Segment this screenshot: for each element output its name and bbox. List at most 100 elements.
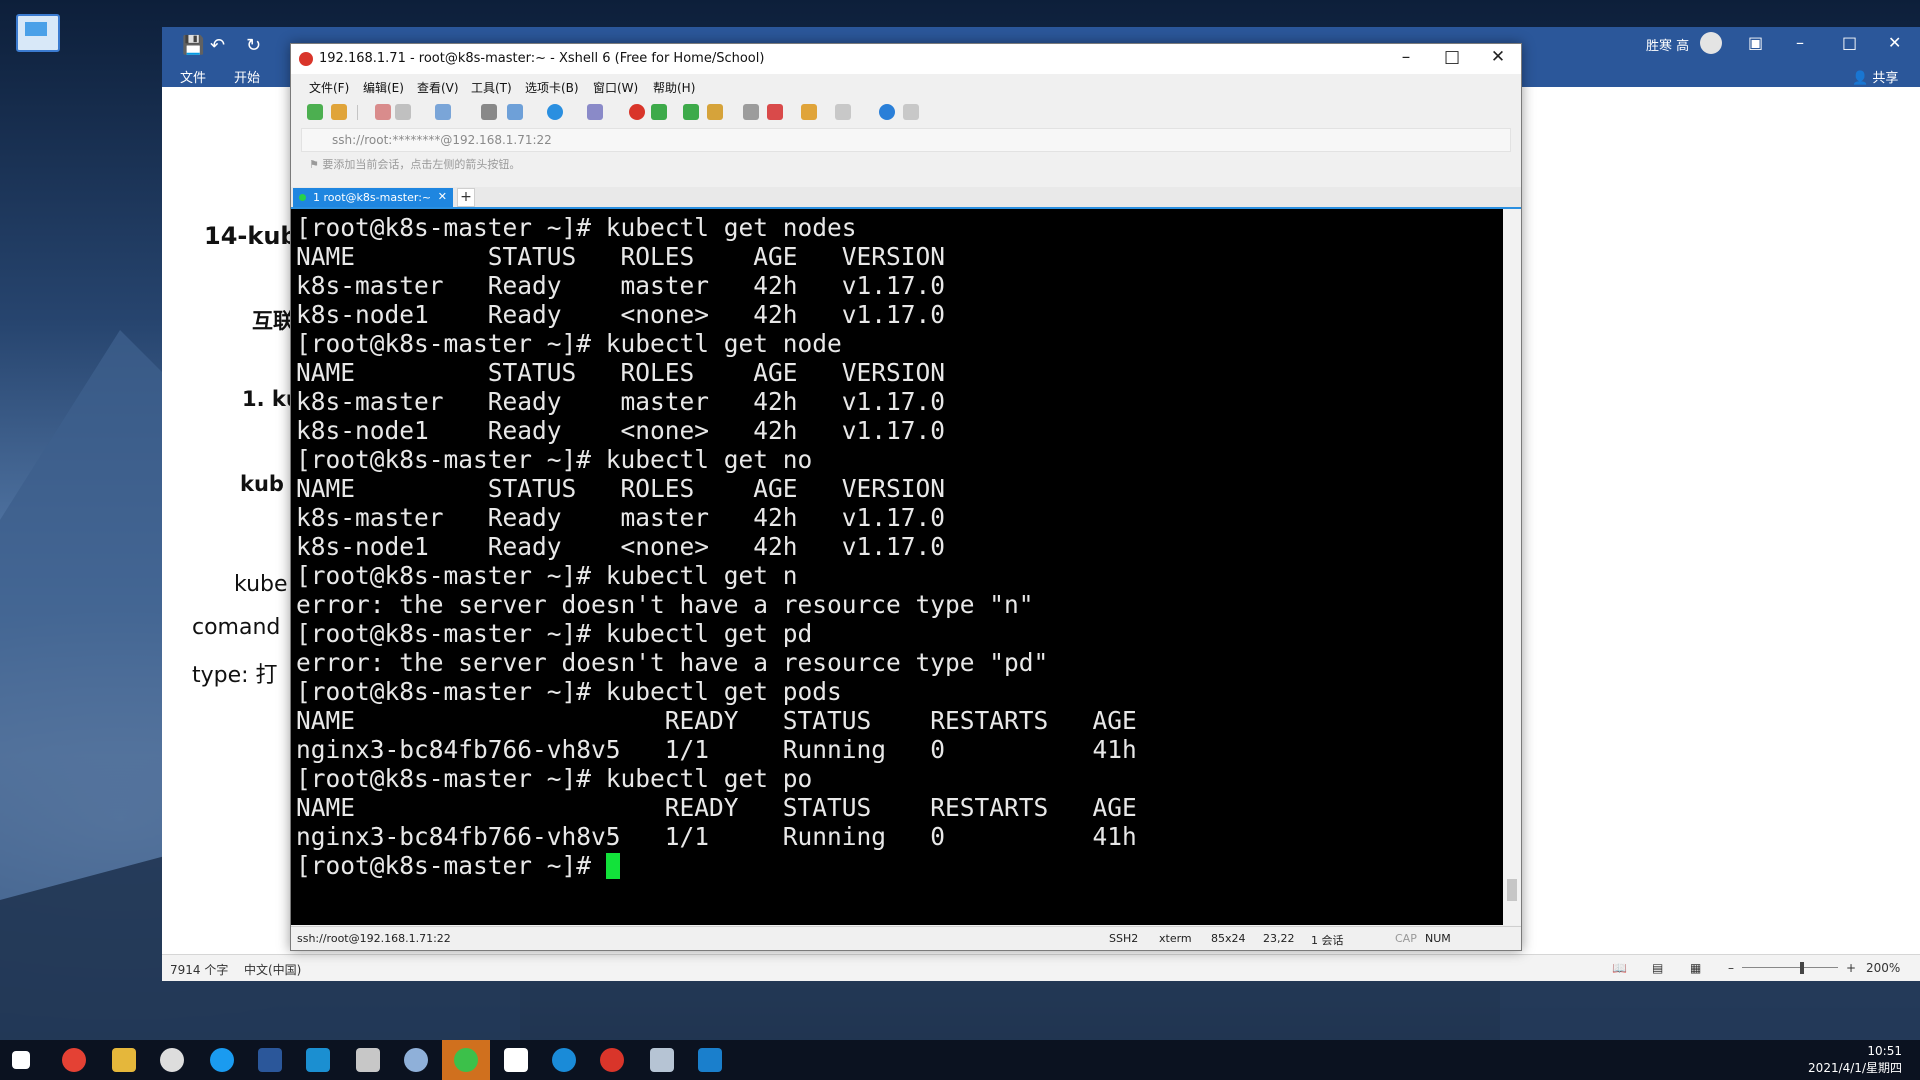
menu-view[interactable]: 查看(V) [417, 79, 459, 96]
ribbon-display-icon[interactable]: ▣ [1748, 33, 1763, 52]
language[interactable]: 中文(中国) [244, 961, 301, 978]
copy-icon[interactable] [435, 104, 451, 120]
desktop-shortcut-icon[interactable] [16, 14, 60, 52]
app-icon[interactable] [306, 1048, 330, 1072]
menu-tools[interactable]: 工具(T) [471, 79, 512, 96]
terminal-line: nginx3-bc84fb766-vh8v5 1/1 Running 0 41h [296, 735, 1137, 764]
menu-file[interactable]: 文件(F) [309, 79, 349, 96]
menu-start[interactable]: 开始 [234, 67, 260, 86]
edge-icon[interactable] [552, 1048, 576, 1072]
terminal-line: [root@k8s-master ~]# kubectl get pd [296, 619, 813, 648]
close-icon[interactable]: ✕ [1888, 33, 1901, 52]
doc-line: comand [192, 615, 281, 640]
terminal-line: k8s-master Ready master 42h v1.17.0 [296, 503, 946, 532]
fullscreen-icon[interactable] [683, 104, 699, 120]
web-layout-icon[interactable]: ▦ [1690, 961, 1701, 975]
zoom-level[interactable]: 200% [1866, 961, 1900, 975]
print-layout-icon[interactable]: ▤ [1652, 961, 1663, 975]
reconnect-icon[interactable] [375, 104, 391, 120]
status-cap: CAP [1395, 932, 1417, 945]
script-icon[interactable] [767, 104, 783, 120]
system-clock[interactable]: 10:51 2021/4/1/星期四 [1808, 1043, 1902, 1077]
share-button[interactable]: 👤 共享 [1852, 67, 1898, 86]
address-bar[interactable]: ssh://root:********@192.168.1.71:22 [301, 128, 1511, 152]
read-mode-icon[interactable]: 📖 [1612, 961, 1627, 975]
folder-icon[interactable] [801, 104, 817, 120]
doc-line: kube [234, 572, 288, 597]
scrollbar-thumb[interactable] [1507, 879, 1517, 901]
minimize-icon[interactable]: – [1796, 33, 1804, 52]
session-hint-text: 要添加当前会话，点击左侧的箭头按钮。 [322, 158, 521, 171]
typora-icon[interactable] [504, 1048, 528, 1072]
video-app-icon[interactable] [698, 1048, 722, 1072]
terminal-line: k8s-master Ready master 42h v1.17.0 [296, 271, 946, 300]
zoom-slider[interactable] [1742, 967, 1838, 968]
new-tab-button[interactable]: + [457, 188, 475, 207]
maximize-icon[interactable]: □ [1432, 47, 1472, 67]
user-name[interactable]: 胜寒 高 [1646, 35, 1689, 54]
save-icon[interactable]: 💾 [182, 35, 204, 56]
close-icon[interactable]: ✕ [1478, 47, 1518, 67]
terminal[interactable]: [root@k8s-master ~]# kubectl get nodes NA… [291, 209, 1503, 925]
app-icon[interactable] [356, 1048, 380, 1072]
maximize-icon[interactable]: □ [1842, 33, 1857, 52]
doc-line: type: 打 [192, 663, 278, 688]
start-windows-icon[interactable] [12, 1051, 30, 1069]
status-term: xterm [1159, 932, 1192, 945]
toolbar-separator [357, 105, 358, 120]
lock-icon[interactable] [707, 104, 723, 120]
chrome-icon[interactable] [62, 1048, 86, 1072]
terminal-scrollbar[interactable] [1503, 209, 1521, 925]
terminal-line: [root@k8s-master ~]# kubectl get nodes [296, 213, 857, 242]
zoom-slider-thumb[interactable] [1800, 962, 1804, 974]
xshell-app-icon[interactable] [629, 104, 645, 120]
menu-window[interactable]: 窗口(W) [593, 79, 638, 96]
find-icon[interactable] [481, 104, 497, 120]
zoom-in-icon[interactable]: + [1846, 961, 1856, 975]
disconnect-icon[interactable] [395, 104, 411, 120]
menu-edit[interactable]: 编辑(E) [363, 79, 404, 96]
xftp-icon[interactable] [651, 104, 667, 120]
layout-icon[interactable] [835, 104, 851, 120]
menu-tabs[interactable]: 选项卡(B) [525, 79, 579, 96]
zoom-out-icon[interactable]: – [1728, 961, 1734, 975]
taskbar: 10:51 2021/4/1/星期四 [0, 1040, 1920, 1080]
wechat-icon[interactable] [454, 1048, 478, 1072]
terminal-line: [root@k8s-master ~]# kubectl get pods [296, 677, 842, 706]
menu-file[interactable]: 文件 [180, 67, 206, 86]
transfer-icon[interactable] [507, 104, 523, 120]
redo-icon[interactable]: ↻ [246, 35, 261, 56]
file-explorer-icon[interactable] [112, 1048, 136, 1072]
new-session-icon[interactable] [307, 104, 323, 120]
undo-icon[interactable]: ↶ [210, 35, 225, 56]
app-icon[interactable] [650, 1048, 674, 1072]
menu-help[interactable]: 帮助(H) [653, 79, 695, 96]
tab-bar: 1 root@k8s-master:~ ✕ + [291, 187, 1521, 209]
qq-browser-icon[interactable] [210, 1048, 234, 1072]
tab-close-icon[interactable]: ✕ [438, 190, 447, 203]
word-count[interactable]: 7914 个字 [170, 961, 228, 978]
help-icon[interactable] [879, 104, 895, 120]
message-icon[interactable] [903, 104, 919, 120]
globe-icon[interactable] [547, 104, 563, 120]
terminal-line: NAME READY STATUS RESTARTS AGE [296, 706, 1137, 735]
font-icon[interactable] [587, 104, 603, 120]
session-hint: ⚑ 要添加当前会话，点击左侧的箭头按钮。 [309, 158, 521, 171]
avatar[interactable] [1700, 32, 1722, 54]
settings-gear-icon[interactable] [160, 1048, 184, 1072]
doc-heading: 14-kub [204, 222, 298, 250]
terminal-prompt: [root@k8s-master ~]# [296, 851, 606, 880]
bird-app-icon[interactable] [404, 1048, 428, 1072]
clock-date: 2021/4/1/星期四 [1808, 1061, 1902, 1075]
doc-line: kub [240, 472, 284, 496]
tab-session[interactable]: 1 root@k8s-master:~ ✕ [293, 188, 453, 207]
xshell-titlebar: 192.168.1.71 - root@k8s-master:~ - Xshel… [291, 44, 1521, 74]
minimize-icon[interactable]: – [1386, 47, 1426, 67]
terminal-line: error: the server doesn't have a resourc… [296, 590, 1034, 619]
terminal-prompt-line: [root@k8s-master ~]# [296, 851, 1503, 880]
open-folder-icon[interactable] [331, 104, 347, 120]
xshell-taskbar-icon[interactable] [600, 1048, 624, 1072]
keyboard-icon[interactable] [743, 104, 759, 120]
word-icon[interactable] [258, 1048, 282, 1072]
terminal-line: [root@k8s-master ~]# kubectl get no [296, 445, 813, 474]
